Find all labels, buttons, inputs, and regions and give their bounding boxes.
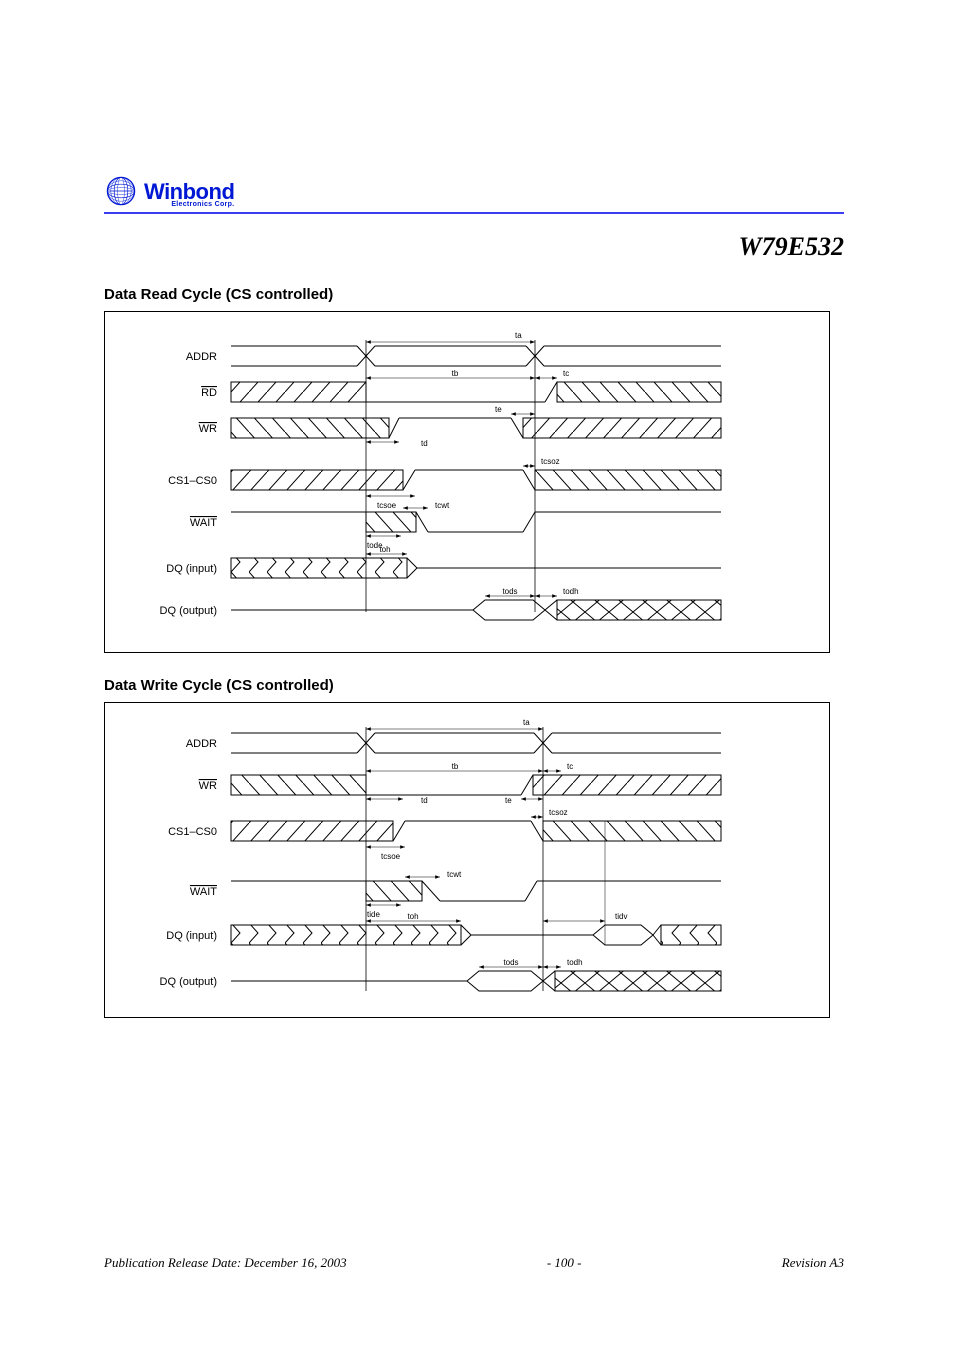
svg-text:tcsoz: tcsoz <box>541 457 560 466</box>
svg-text:DQ (output): DQ (output) <box>160 976 217 988</box>
svg-text:todh: todh <box>563 587 579 596</box>
svg-text:toh: toh <box>407 912 418 921</box>
timing-diagram-write: ADDR ta WR tb tc td te <box>104 702 830 1018</box>
svg-text:tidv: tidv <box>615 912 627 921</box>
svg-text:te: te <box>495 405 502 414</box>
sig-dqin-label: DQ (input) <box>166 563 217 575</box>
footer-left: Publication Release Date: December 16, 2… <box>104 1255 347 1271</box>
sig-cs-label: CS1–CS0 <box>168 475 217 487</box>
svg-text:tcwt: tcwt <box>435 501 450 510</box>
sig-dqout-label: DQ (output) <box>160 605 217 617</box>
sig-rd-label: RD <box>201 387 217 399</box>
svg-text:ADDR: ADDR <box>186 738 217 750</box>
svg-text:ta: ta <box>515 331 522 340</box>
svg-text:tb: tb <box>452 369 459 378</box>
section-title-write: Data Write Cycle (CS controlled) <box>104 677 844 694</box>
section-title-read: Data Read Cycle (CS controlled) <box>104 286 844 303</box>
sig-addr-label: ADDR <box>186 351 217 363</box>
footer-right: Revision A3 <box>782 1255 844 1271</box>
svg-text:tc: tc <box>567 762 573 771</box>
svg-text:tods: tods <box>503 958 518 967</box>
svg-text:tc: tc <box>563 369 569 378</box>
svg-text:tcwt: tcwt <box>447 870 462 879</box>
logo-row: Winbond Electronics Corp. <box>104 174 844 214</box>
svg-text:CS1–CS0: CS1–CS0 <box>168 826 217 838</box>
svg-text:tb: tb <box>452 762 459 771</box>
svg-text:td: td <box>421 439 428 448</box>
svg-text:tcsoe: tcsoe <box>381 852 401 861</box>
globe-icon <box>104 174 138 208</box>
sig-wr-label: WR <box>199 423 217 435</box>
footer: Publication Release Date: December 16, 2… <box>104 1255 844 1271</box>
footer-page: - 100 - <box>547 1255 582 1271</box>
sig-wait-label: WAIT <box>190 517 217 529</box>
svg-text:tods: tods <box>502 587 517 596</box>
svg-text:tide: tide <box>367 910 380 919</box>
svg-text:tcsoz: tcsoz <box>549 808 568 817</box>
svg-text:tcsoe: tcsoe <box>377 501 397 510</box>
svg-text:toh: toh <box>379 545 390 554</box>
timing-diagram-read: ADDR ta RD tb tc WR <box>104 311 830 653</box>
svg-text:ta: ta <box>523 718 530 727</box>
svg-text:WAIT: WAIT <box>190 886 217 898</box>
logo-text: Winbond Electronics Corp. <box>144 181 234 208</box>
svg-text:DQ (input): DQ (input) <box>166 930 217 942</box>
part-number: W79E532 <box>104 232 844 262</box>
svg-text:td: td <box>421 796 428 805</box>
svg-text:WR: WR <box>199 780 217 792</box>
svg-text:te: te <box>505 796 512 805</box>
svg-text:todh: todh <box>567 958 583 967</box>
